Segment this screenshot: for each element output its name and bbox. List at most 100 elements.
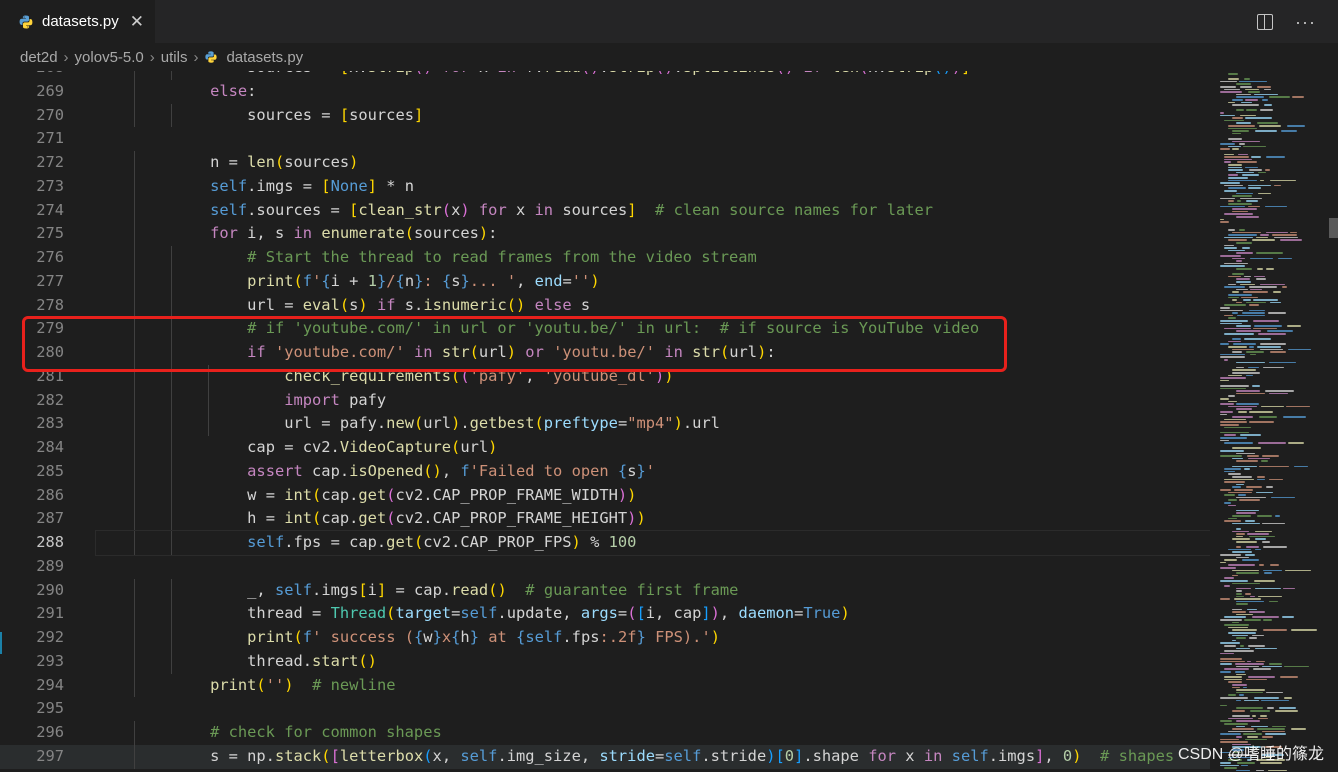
vertical-scrollbar[interactable] xyxy=(1328,71,1338,772)
minimap-code-row xyxy=(1245,374,1253,377)
code-line[interactable]: 282 import pafy xyxy=(0,388,1210,413)
minimap-code-row xyxy=(1220,387,1247,390)
minimap-code-row xyxy=(1243,275,1251,278)
code-line[interactable]: 293 thread.start() xyxy=(0,649,1210,674)
tab-datasets-py[interactable]: datasets.py ✕ xyxy=(0,0,155,43)
code-line[interactable]: 289 xyxy=(0,555,1210,579)
code-line[interactable]: 291 thread = Thread(target=self.update, a… xyxy=(0,602,1210,626)
code-line[interactable]: 277 print(f'{i + 1}/{n}: {s}... ', end=''… xyxy=(0,269,1210,294)
minimap-code-row xyxy=(1228,78,1240,80)
minimap-code-row xyxy=(1236,390,1260,392)
minimap-code-row xyxy=(1236,593,1243,595)
minimap-code-row xyxy=(1232,515,1252,517)
code-line[interactable]: 280 if 'youtube.com/' in str(url) or 'you… xyxy=(0,341,1210,365)
minimap-code-row xyxy=(1224,624,1249,626)
minimap-code-row xyxy=(1228,626,1248,629)
minimap-code-row xyxy=(1256,515,1272,517)
minimap-code-row xyxy=(1247,205,1260,208)
minimap-code-row xyxy=(1272,291,1282,293)
code-line[interactable]: 270 sources = [sources] xyxy=(0,103,1210,128)
code-line[interactable]: 275 for i, s in enumerate(sources): xyxy=(0,222,1210,246)
code-line[interactable]: 283 url = pafy.new(url).getbest(preftype=… xyxy=(0,412,1210,436)
code-line[interactable]: 278 url = eval(s) if s.isnumeric() else s xyxy=(0,293,1210,318)
minimap-code-row xyxy=(1236,260,1243,262)
minimap-code-row xyxy=(1232,621,1239,624)
minimap-code-row xyxy=(1245,593,1252,595)
code-text: _, self.imgs[i] = cap.read() # guarantee… xyxy=(247,580,739,599)
minimap-code-row xyxy=(1249,595,1255,598)
minimap-code-row xyxy=(1232,569,1259,572)
code-line[interactable]: 294 print('') # newline xyxy=(0,673,1210,698)
code-line[interactable]: 292 print(f' success ({w}x{h} at {self.fp… xyxy=(0,626,1210,650)
scrollbar-thumb[interactable] xyxy=(1329,218,1338,238)
minimap-code-row xyxy=(1265,156,1285,158)
minimap-code-row xyxy=(1269,96,1290,98)
code-line[interactable]: 272 n = len(sources) xyxy=(0,151,1210,175)
minimap-code-row xyxy=(1224,153,1235,156)
minimap-code-row xyxy=(1240,283,1256,286)
minimap[interactable] xyxy=(1210,71,1328,772)
minimap-code-row xyxy=(1271,234,1297,236)
minimap-code-row xyxy=(1262,619,1272,621)
code-line[interactable]: 286 w = int(cap.get(cv2.CAP_PROP_FRAME_WI… xyxy=(0,483,1210,508)
code-line[interactable]: 288 self.fps = cap.get(cv2.CAP_PROP_FPS) … xyxy=(0,530,1210,556)
code-line[interactable]: 296 # check for common shapes xyxy=(0,721,1210,745)
code-line[interactable]: 284 cap = cv2.VideoCapture(url) xyxy=(0,436,1210,460)
indent-guide xyxy=(134,507,136,531)
minimap-code-row xyxy=(1220,619,1243,621)
minimap-code-row xyxy=(1265,390,1295,392)
code-line[interactable]: 274 self.sources = [clean_str(x) for x in… xyxy=(0,198,1210,223)
minimap-code-row xyxy=(1249,169,1262,171)
minimap-code-row xyxy=(1257,171,1266,174)
minimap-code-row xyxy=(1255,548,1262,551)
code-line[interactable]: 290 _, self.imgs[i] = cap.read() # guaran… xyxy=(0,578,1210,603)
code-line[interactable]: 285 assert cap.isOpened(), f'Failed to op… xyxy=(0,459,1210,484)
minimap-code-row xyxy=(1220,598,1231,600)
minimap-code-row xyxy=(1224,286,1245,288)
code-line[interactable]: 269 else: xyxy=(0,79,1210,104)
minimap-code-row xyxy=(1236,736,1243,738)
line-number: 275 xyxy=(36,224,64,243)
breadcrumb-file[interactable]: datasets.py xyxy=(226,49,303,66)
minimap-code-row xyxy=(1269,392,1288,395)
minimap-code-row xyxy=(1287,442,1305,444)
minimap-code-row xyxy=(1236,603,1249,605)
more-actions-icon[interactable]: ··· xyxy=(1295,13,1316,31)
minimap-code-row xyxy=(1291,96,1305,98)
code-line[interactable]: 276 # Start the thread to read frames fro… xyxy=(0,246,1210,270)
minimap-code-row xyxy=(1236,268,1253,270)
code-line[interactable]: 273 self.imgs = [None] * n xyxy=(0,174,1210,199)
breadcrumb-folder-yolov5[interactable]: yolov5-5.0 xyxy=(75,49,144,66)
code-line[interactable]: 279 # if 'youtube.com/' in url or 'youtu.… xyxy=(0,317,1210,341)
indent-guide xyxy=(171,293,173,318)
code-editor[interactable]: 268 sources = [x.strip() for x in f.read(… xyxy=(0,71,1210,772)
breadcrumb-folder-det2d[interactable]: det2d xyxy=(20,49,58,66)
breadcrumb-folder-utils[interactable]: utils xyxy=(161,49,188,66)
code-line[interactable]: 268 sources = [x.strip() for x in f.read(… xyxy=(0,71,1210,80)
split-editor-icon[interactable] xyxy=(1257,13,1274,30)
code-line[interactable]: 295 xyxy=(0,697,1210,721)
minimap-code-row xyxy=(1224,304,1246,306)
indent-guide xyxy=(171,388,173,413)
minimap-code-row xyxy=(1220,218,1225,221)
code-line[interactable]: 281 check_requirements(('pafy', 'youtube_… xyxy=(0,364,1210,389)
code-line[interactable]: 271 xyxy=(0,127,1210,151)
code-text: self.sources = [clean_str(x) for x in so… xyxy=(210,200,934,219)
minimap-code-row xyxy=(1243,338,1272,340)
minimap-code-row xyxy=(1236,546,1242,548)
minimap-code-row xyxy=(1220,652,1235,655)
minimap-code-row xyxy=(1253,325,1282,327)
minimap-code-row xyxy=(1242,686,1248,689)
minimap-code-row xyxy=(1244,166,1259,169)
minimap-code-row xyxy=(1228,717,1253,720)
minimap-code-row xyxy=(1236,452,1256,455)
close-icon[interactable]: ✕ xyxy=(130,13,144,30)
code-line-content: # if 'youtube.com/' in url or 'youtu.be/… xyxy=(96,317,1210,341)
minimap-code-row xyxy=(1232,530,1249,533)
minimap-code-row xyxy=(1259,179,1264,182)
minimap-code-row xyxy=(1269,663,1283,665)
minimap-code-row xyxy=(1232,611,1247,613)
code-line[interactable]: 297 s = np.stack([letterbox(x, self.img_s… xyxy=(0,744,1210,769)
minimap-code-row xyxy=(1224,668,1250,670)
code-line[interactable]: 287 h = int(cap.get(cv2.CAP_PROP_FRAME_HE… xyxy=(0,507,1210,531)
